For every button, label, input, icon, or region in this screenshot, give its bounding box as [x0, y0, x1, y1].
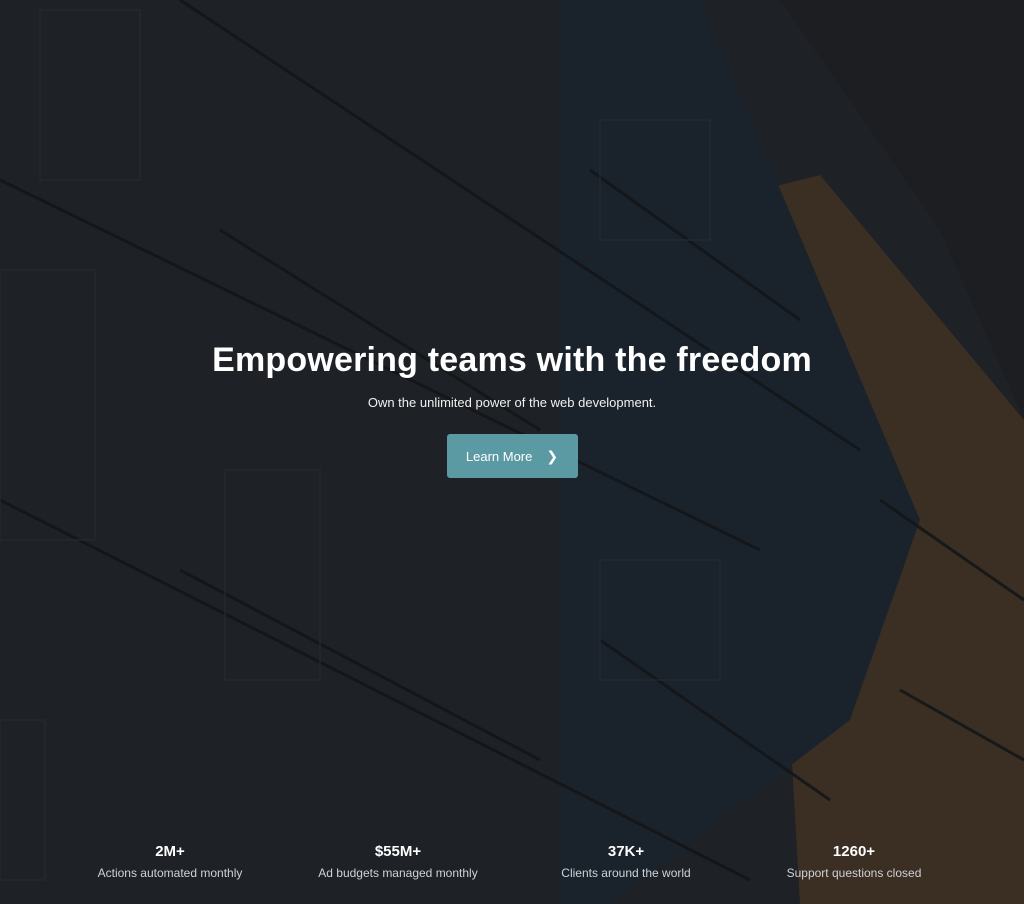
- stat-item: 37K+ Clients around the world: [512, 842, 740, 881]
- learn-more-button[interactable]: Learn More ❯: [446, 434, 578, 478]
- stat-label: Support questions closed: [786, 866, 922, 880]
- hero-title: Empowering teams with the freedom: [212, 341, 812, 379]
- stat-label: Actions automated monthly: [97, 866, 243, 880]
- learn-more-label: Learn More: [465, 448, 533, 464]
- stat-value: $55M+: [374, 843, 422, 860]
- stats-bar: 2M+ Actions automated monthly $55M+ Ad b…: [56, 842, 968, 881]
- hero-subtitle: Own the unlimited power of the web devel…: [367, 395, 657, 410]
- stat-value: 1260+: [832, 843, 876, 860]
- stat-item: 2M+ Actions automated monthly: [56, 842, 284, 881]
- hero-section: Empowering teams with the freedom Own th…: [0, 0, 1024, 904]
- hero-content: Empowering teams with the freedom Own th…: [0, 338, 1024, 478]
- chevron-right-icon: ❯: [546, 448, 559, 464]
- stat-value: 37K+: [607, 843, 645, 860]
- stat-value: 2M+: [155, 843, 185, 860]
- stat-label: Clients around the world: [561, 866, 691, 880]
- stat-label: Ad budgets managed monthly: [318, 866, 478, 880]
- stat-item: 1260+ Support questions closed: [740, 842, 968, 881]
- stat-item: $55M+ Ad budgets managed monthly: [284, 842, 512, 881]
